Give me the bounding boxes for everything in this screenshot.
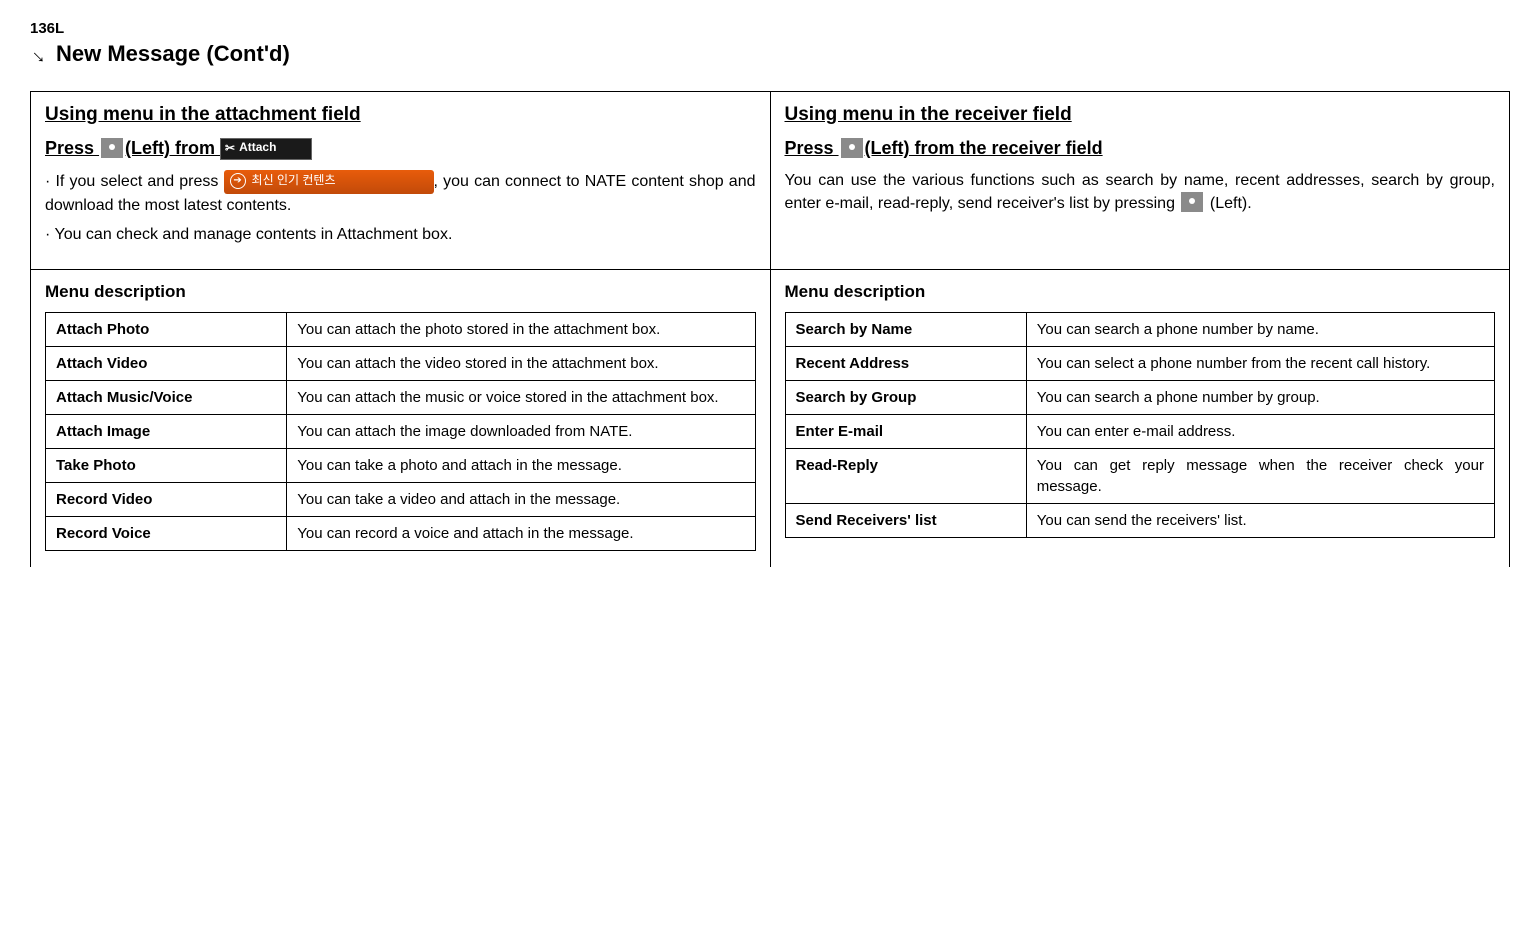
row-desc: You can record a voice and attach in the…	[287, 516, 755, 550]
table-row: Record VideoYou can take a video and att…	[46, 482, 756, 516]
left-top-cell: Using menu in the attachment field Press…	[31, 92, 771, 270]
left-key-icon	[101, 138, 123, 158]
right-key-icon	[841, 138, 863, 158]
row-label: Record Video	[46, 482, 287, 516]
press-prefix: Press	[45, 138, 99, 158]
row-label: Attach Photo	[46, 312, 287, 346]
table-row: Attach VideoYou can attach the video sto…	[46, 346, 756, 380]
right-body1-b: (Left).	[1205, 195, 1251, 212]
row-desc: You can select a phone number from the r…	[1026, 346, 1494, 380]
row-label: Attach Image	[46, 414, 287, 448]
right-bottom-cell: Menu description Search by NameYou can s…	[770, 269, 1510, 567]
row-desc: You can search a phone number by name.	[1026, 312, 1494, 346]
page-title-text: New Message (Cont'd)	[56, 41, 290, 66]
page-title: →New Message (Cont'd)	[30, 41, 1510, 67]
right-key-icon-inline	[1181, 192, 1203, 212]
left-menu-table: Attach PhotoYou can attach the photo sto…	[45, 312, 756, 551]
nate-badge: ➔ 최신 인기 컨텐츠	[224, 170, 434, 194]
left-section-heading: Using menu in the attachment field	[45, 104, 756, 126]
row-desc: You can search a phone number by group.	[1026, 380, 1494, 414]
row-label: Take Photo	[46, 448, 287, 482]
left-body-2: · You can check and manage contents in A…	[45, 223, 756, 246]
row-desc: You can attach the video stored in the a…	[287, 346, 755, 380]
press-mid: (Left) from	[125, 138, 220, 158]
arrow-icon: →	[25, 40, 55, 70]
row-label: Send Receivers' list	[785, 503, 1026, 537]
table-row: Search by NameYou can search a phone num…	[785, 312, 1495, 346]
nate-badge-text: 최신 인기 컨텐츠	[252, 173, 336, 187]
table-row: Take PhotoYou can take a photo and attac…	[46, 448, 756, 482]
attach-badge-text: Attach	[239, 140, 276, 154]
row-label: Attach Video	[46, 346, 287, 380]
left-press-line: Press (Left) from ✂ Attach	[45, 138, 756, 160]
row-label: Attach Music/Voice	[46, 380, 287, 414]
press-prefix-r: Press	[785, 138, 839, 158]
row-desc: You can take a video and attach in the m…	[287, 482, 755, 516]
left-body1-a: · If you select and press	[45, 173, 224, 190]
left-bottom-cell: Menu description Attach PhotoYou can att…	[31, 269, 771, 567]
table-row: Attach ImageYou can attach the image dow…	[46, 414, 756, 448]
table-row: Attach Music/VoiceYou can attach the mus…	[46, 380, 756, 414]
page-number: 136L	[30, 20, 1510, 37]
row-label: Record Voice	[46, 516, 287, 550]
press-suffix-r: (Left) from the receiver field	[865, 138, 1103, 158]
right-press-line: Press (Left) from the receiver field	[785, 138, 1496, 159]
table-row: Record VoiceYou can record a voice and a…	[46, 516, 756, 550]
row-desc: You can send the receivers' list.	[1026, 503, 1494, 537]
row-desc: You can take a photo and attach in the m…	[287, 448, 755, 482]
row-desc: You can attach the image downloaded from…	[287, 414, 755, 448]
right-menu-title: Menu description	[785, 282, 1496, 302]
left-menu-title: Menu description	[45, 282, 756, 302]
row-desc: You can attach the music or voice stored…	[287, 380, 755, 414]
row-label: Search by Group	[785, 380, 1026, 414]
nate-circle-icon: ➔	[230, 173, 246, 189]
row-desc: You can get reply message when the recei…	[1026, 448, 1494, 503]
table-row: Attach PhotoYou can attach the photo sto…	[46, 312, 756, 346]
table-row: Recent AddressYou can select a phone num…	[785, 346, 1495, 380]
row-label: Recent Address	[785, 346, 1026, 380]
table-row: Read-ReplyYou can get reply message when…	[785, 448, 1495, 503]
right-body-1: You can use the various functions such a…	[785, 169, 1496, 215]
content-columns: Using menu in the attachment field Press…	[30, 91, 1510, 567]
right-section-heading: Using menu in the receiver field	[785, 104, 1496, 126]
attach-badge: ✂ Attach	[220, 138, 312, 160]
row-label: Enter E-mail	[785, 414, 1026, 448]
row-label: Read-Reply	[785, 448, 1026, 503]
row-desc: You can attach the photo stored in the a…	[287, 312, 755, 346]
right-top-cell: Using menu in the receiver field Press (…	[770, 92, 1510, 270]
row-label: Search by Name	[785, 312, 1026, 346]
row-desc: You can enter e-mail address.	[1026, 414, 1494, 448]
table-row: Enter E-mailYou can enter e-mail address…	[785, 414, 1495, 448]
right-menu-table: Search by NameYou can search a phone num…	[785, 312, 1496, 538]
left-body-1: · If you select and press ➔최신 인기 컨텐츠, yo…	[45, 170, 756, 217]
paperclip-icon: ✂	[225, 141, 235, 155]
table-row: Send Receivers' listYou can send the rec…	[785, 503, 1495, 537]
right-body1-a: You can use the various functions such a…	[785, 172, 1496, 212]
table-row: Search by GroupYou can search a phone nu…	[785, 380, 1495, 414]
